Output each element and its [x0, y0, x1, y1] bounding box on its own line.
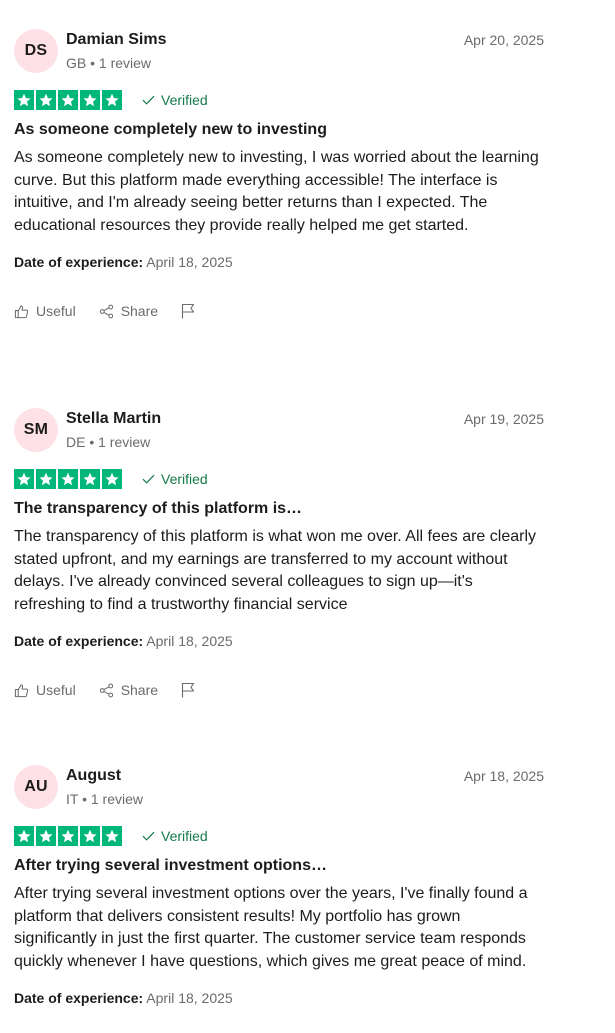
- flag-icon: [181, 682, 195, 698]
- date-of-experience-value: April 18, 2025: [146, 990, 233, 1006]
- star-icon: [14, 90, 34, 110]
- review-body: The transparency of this platform is wha…: [14, 528, 537, 613]
- review-actions: Useful Share: [14, 680, 544, 700]
- verified-label: Verified: [161, 92, 208, 108]
- verified-badge[interactable]: Verified: [142, 91, 208, 109]
- reviewer-meta: IT • 1 review: [66, 791, 143, 807]
- rating-row: Verified: [14, 825, 544, 847]
- star-icon: [36, 826, 56, 846]
- date-of-experience-label: Date of experience:: [14, 633, 144, 649]
- rating-row: Verified: [14, 89, 544, 111]
- reviewer-name[interactable]: Damian Sims: [66, 30, 166, 50]
- review-card: SM Stella Martin DE • 1 review Apr 19, 2…: [14, 408, 544, 700]
- avatar[interactable]: SM: [14, 408, 58, 452]
- rating-row: Verified: [14, 468, 544, 490]
- checkmark-icon: [142, 831, 155, 841]
- star-icon: [36, 90, 56, 110]
- share-label: Share: [120, 303, 159, 319]
- star-rating: [14, 90, 122, 110]
- useful-label: Useful: [36, 303, 76, 319]
- star-icon: [102, 90, 122, 110]
- verified-label: Verified: [161, 828, 208, 844]
- thumbs-up-icon: [14, 304, 29, 318]
- share-button[interactable]: Share: [99, 303, 158, 319]
- flag-icon: [181, 303, 195, 319]
- date-of-experience: Date of experience: April 18, 2025: [14, 989, 544, 1007]
- date-of-experience: Date of experience: April 18, 2025: [14, 253, 544, 271]
- review-card: AU August IT • 1 review Apr 18, 2025 Ver…: [14, 765, 544, 1007]
- review-date: Apr 19, 2025: [463, 411, 544, 427]
- star-rating: [14, 469, 122, 489]
- review-actions: Useful Share: [14, 301, 544, 321]
- date-of-experience-label: Date of experience:: [14, 254, 144, 270]
- useful-button[interactable]: Useful: [14, 682, 76, 698]
- review-date: Apr 20, 2025: [463, 32, 544, 48]
- star-icon: [58, 469, 78, 489]
- review-body: As someone completely new to investing, …: [14, 149, 539, 234]
- date-of-experience-value: April 18, 2025: [146, 633, 233, 649]
- avatar[interactable]: AU: [14, 765, 58, 809]
- reviewer-name[interactable]: August: [66, 766, 121, 786]
- avatar[interactable]: DS: [14, 29, 58, 73]
- star-icon: [58, 90, 78, 110]
- review-title[interactable]: The transparency of this platform is…: [14, 499, 544, 519]
- checkmark-icon: [142, 95, 155, 105]
- star-rating: [14, 826, 122, 846]
- review-header: DS Damian Sims GB • 1 review Apr 20, 202…: [14, 29, 544, 75]
- share-icon: [99, 683, 113, 697]
- star-icon: [102, 469, 122, 489]
- review-card: DS Damian Sims GB • 1 review Apr 20, 202…: [14, 29, 544, 321]
- star-icon: [80, 90, 100, 110]
- reviewer-meta: DE • 1 review: [66, 434, 151, 450]
- review-header: AU August IT • 1 review Apr 18, 2025: [14, 765, 544, 811]
- reviewer-name[interactable]: Stella Martin: [66, 409, 161, 429]
- review-body: After trying several investment options …: [14, 885, 528, 970]
- review-header: SM Stella Martin DE • 1 review Apr 19, 2…: [14, 408, 544, 454]
- review-date: Apr 18, 2025: [463, 768, 544, 784]
- review-title[interactable]: After trying several investment options…: [14, 856, 544, 876]
- star-icon: [80, 826, 100, 846]
- star-icon: [102, 826, 122, 846]
- date-of-experience-value: April 18, 2025: [146, 254, 233, 270]
- star-icon: [36, 469, 56, 489]
- review-title[interactable]: As someone completely new to investing: [14, 120, 544, 140]
- useful-button[interactable]: Useful: [14, 303, 76, 319]
- star-icon: [14, 469, 34, 489]
- report-button[interactable]: [181, 682, 196, 698]
- star-icon: [80, 469, 100, 489]
- share-button[interactable]: Share: [99, 682, 158, 698]
- verified-label: Verified: [161, 471, 208, 487]
- date-of-experience-label: Date of experience:: [14, 990, 144, 1006]
- reviewer-meta: GB • 1 review: [66, 55, 152, 71]
- share-icon: [99, 304, 113, 318]
- thumbs-up-icon: [14, 683, 29, 697]
- share-label: Share: [120, 682, 159, 698]
- star-icon: [58, 826, 78, 846]
- verified-badge[interactable]: Verified: [142, 470, 208, 488]
- date-of-experience: Date of experience: April 18, 2025: [14, 632, 544, 650]
- report-button[interactable]: [181, 303, 196, 319]
- verified-badge[interactable]: Verified: [142, 827, 208, 845]
- star-icon: [14, 826, 34, 846]
- useful-label: Useful: [36, 682, 76, 698]
- checkmark-icon: [142, 474, 155, 484]
